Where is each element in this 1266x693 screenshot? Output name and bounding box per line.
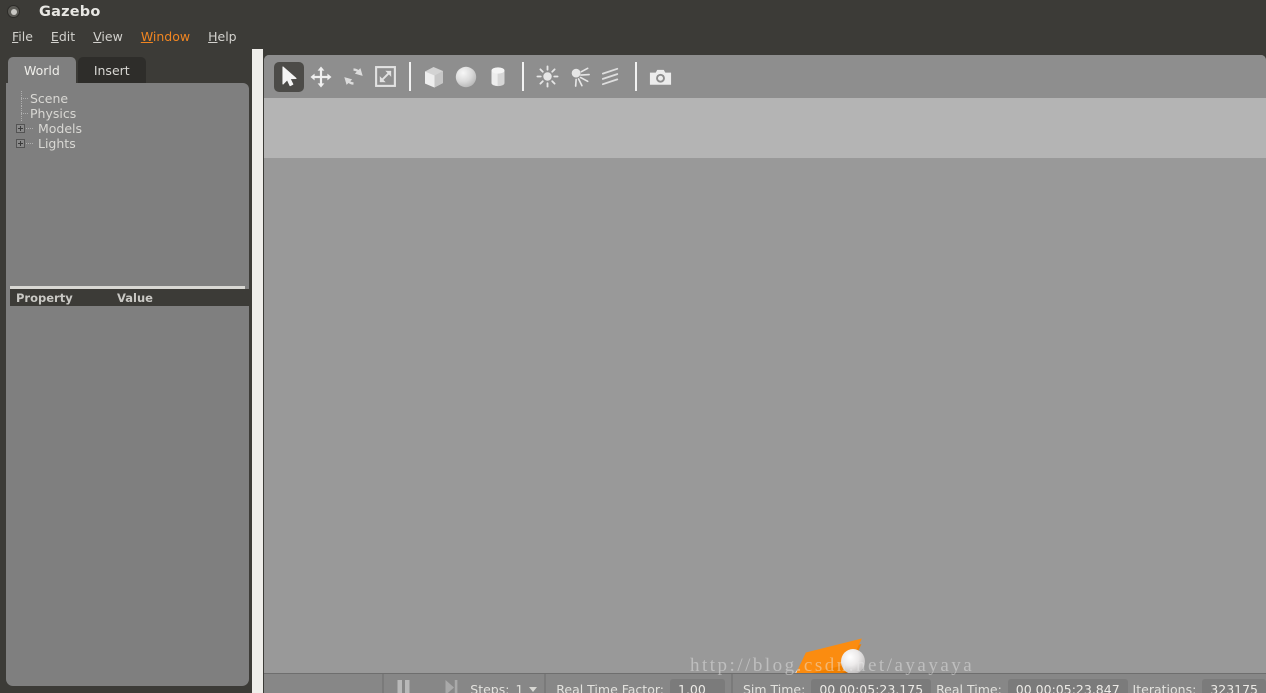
- move-arrows-icon: [309, 65, 333, 89]
- menu-mnemonic: W: [140, 28, 153, 44]
- gazebo-window: Gazebo File Edit View Window Help World …: [0, 0, 1266, 693]
- tree-expand-plus-icon[interactable]: [16, 139, 25, 148]
- mobile-robot-model[interactable]: [784, 638, 867, 673]
- tree-connector-icon: [16, 91, 28, 106]
- steps-value: 1: [515, 682, 524, 693]
- toolbar-separator: [409, 62, 411, 91]
- translate-mode-button[interactable]: [306, 62, 336, 92]
- window-close-icon[interactable]: [7, 5, 20, 18]
- tree-item-scene[interactable]: Scene: [16, 91, 249, 106]
- sphere-icon: [453, 64, 479, 90]
- tree-item-lights[interactable]: Lights: [16, 136, 249, 151]
- status-separator: [544, 673, 547, 693]
- insert-box-button[interactable]: [419, 62, 449, 92]
- value-column-header: Value: [117, 290, 153, 305]
- sim-time-label: Sim Time:: [742, 682, 806, 693]
- scale-arrow-icon: [374, 65, 397, 88]
- menu-label-rest: elp: [217, 28, 237, 44]
- menu-bar: File Edit View Window Help: [0, 23, 1266, 49]
- menu-label-rest: iew: [101, 28, 123, 44]
- title-bar: Gazebo: [0, 0, 1266, 23]
- camera-icon: [648, 66, 673, 88]
- simulation-status-bar: Steps: 1 Real Time Factor: 1.00 Sim Time…: [264, 673, 1266, 693]
- menu-file[interactable]: File: [3, 26, 42, 47]
- 3d-scene[interactable]: [264, 98, 1266, 673]
- real-time-label: Real Time:: [936, 682, 1002, 693]
- insert-directional-light-button[interactable]: [596, 62, 626, 92]
- property-column-header: Property: [16, 290, 73, 305]
- insert-cylinder-button[interactable]: [483, 62, 513, 92]
- tree-item-models[interactable]: Models: [16, 121, 249, 136]
- tree-connector-icon: [26, 128, 34, 129]
- status-separator: [382, 673, 384, 693]
- pause-button[interactable]: [388, 678, 418, 693]
- window-title: Gazebo: [39, 3, 101, 20]
- world-tree-panel: Scene Physics Models Lights Property Val…: [6, 83, 249, 686]
- iterations-value: 323175: [1202, 679, 1266, 693]
- screenshot-button[interactable]: [645, 62, 675, 92]
- pause-icon: [396, 679, 411, 693]
- menu-help[interactable]: Help: [199, 26, 246, 47]
- robot-wheel-front: [841, 649, 865, 673]
- real-time-factor-label: Real Time Factor:: [556, 682, 664, 693]
- menu-view[interactable]: View: [84, 26, 132, 47]
- render-area: Steps: 1 Real Time Factor: 1.00 Sim Time…: [264, 55, 1266, 693]
- insert-point-light-button[interactable]: [532, 62, 562, 92]
- viewport-toolbar: [264, 55, 1266, 98]
- cursor-arrow-icon: [280, 66, 299, 87]
- insert-spot-light-button[interactable]: [564, 62, 594, 92]
- rotate-arrows-icon: [342, 65, 365, 88]
- tree-item-scene-label: Scene: [30, 91, 69, 106]
- tree-item-lights-label: Lights: [38, 136, 76, 151]
- rotate-mode-button[interactable]: [338, 62, 368, 92]
- insert-sphere-button[interactable]: [451, 62, 481, 92]
- select-mode-button[interactable]: [274, 61, 304, 92]
- menu-label-rest: dit: [58, 28, 76, 44]
- steps-control[interactable]: Steps: 1: [470, 682, 538, 693]
- tab-world[interactable]: World: [8, 57, 76, 83]
- tree-connector-icon: [16, 106, 28, 121]
- left-panel-tabs: World Insert: [8, 57, 148, 83]
- tree-connector-icon: [26, 143, 34, 144]
- real-time-factor-value: 1.00: [670, 679, 726, 693]
- panel-splitter[interactable]: [252, 49, 263, 693]
- chevron-down-icon[interactable]: [529, 687, 538, 692]
- point-light-icon: [535, 64, 560, 89]
- iterations-label: Iterations:: [1132, 682, 1197, 693]
- world-tree: Scene Physics Models Lights: [6, 83, 249, 151]
- menu-label-rest: indow: [152, 28, 191, 44]
- tree-item-models-label: Models: [38, 121, 83, 136]
- real-time-value: 00 00:05:23.847: [1007, 679, 1128, 693]
- directional-light-icon: [599, 64, 624, 89]
- toolbar-separator: [635, 62, 637, 91]
- tree-item-physics-label: Physics: [30, 106, 77, 121]
- menu-window[interactable]: Window: [132, 26, 199, 47]
- spot-light-icon: [567, 64, 592, 89]
- scale-mode-button[interactable]: [370, 62, 400, 92]
- menu-mnemonic: H: [208, 28, 218, 44]
- toolbar-separator: [522, 62, 524, 91]
- property-table-header: Property Value: [10, 289, 249, 306]
- status-separator: [730, 673, 733, 693]
- tab-insert[interactable]: Insert: [77, 57, 146, 83]
- step-forward-icon: [444, 679, 458, 693]
- menu-mnemonic: E: [50, 28, 59, 44]
- menu-edit[interactable]: Edit: [42, 26, 84, 47]
- sim-time-value: 00 00:05:23.175: [811, 679, 932, 693]
- tree-item-physics[interactable]: Physics: [16, 106, 249, 121]
- cylinder-icon: [485, 64, 511, 90]
- menu-label-rest: ile: [18, 28, 33, 44]
- ground-plane: [264, 158, 1266, 673]
- steps-label: Steps:: [470, 682, 510, 693]
- tree-expand-plus-icon[interactable]: [16, 124, 25, 133]
- cube-icon: [421, 64, 447, 90]
- step-forward-button[interactable]: [436, 678, 466, 693]
